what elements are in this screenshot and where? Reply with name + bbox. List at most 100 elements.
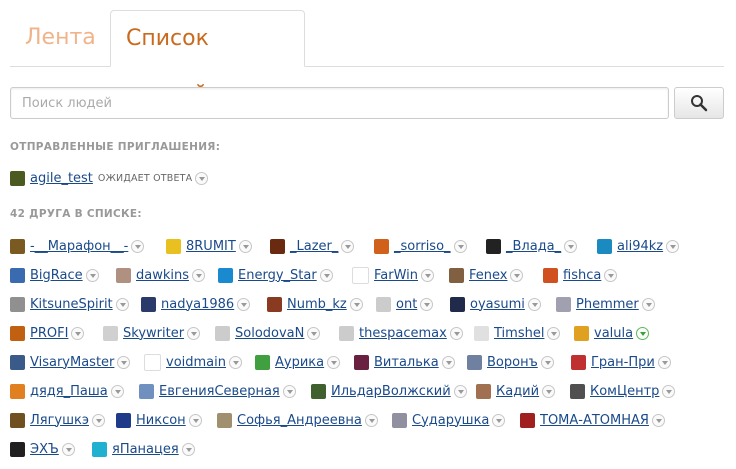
friend-name-link[interactable]: Skywriter: [123, 326, 184, 341]
friend-name-link[interactable]: VisaryMaster: [30, 355, 114, 370]
friend-name-link[interactable]: ont: [396, 297, 417, 312]
friend-name-link[interactable]: KitsuneSpirit: [30, 297, 113, 312]
friend-name-link[interactable]: Софья_Андреевна: [237, 413, 362, 428]
friend-item: Numb_kz: [267, 295, 363, 313]
friend-name-link[interactable]: voidmain: [166, 355, 226, 370]
chevron-down-icon[interactable]: [187, 326, 201, 340]
avatar: [270, 238, 285, 254]
friend-name-link[interactable]: ali94kz: [617, 239, 663, 254]
chevron-down-icon[interactable]: [651, 413, 665, 427]
friend-name-link[interactable]: valula: [594, 326, 633, 341]
friend-name-link[interactable]: -__Марафон__-: [30, 239, 128, 254]
friend-name-link[interactable]: Кадий: [496, 384, 539, 399]
friend-name-link[interactable]: ЭХЪ: [30, 442, 59, 457]
friend-name-link[interactable]: oyasumi: [470, 297, 525, 312]
avatar: [10, 354, 25, 370]
friend-item: Никсон: [116, 411, 202, 429]
chevron-down-icon[interactable]: [492, 413, 506, 427]
chevron-down-icon[interactable]: [421, 268, 435, 282]
chevron-down-icon[interactable]: [441, 355, 455, 369]
chevron-down-icon[interactable]: [662, 384, 676, 398]
chevron-down-icon[interactable]: [341, 239, 355, 253]
friend-name-link[interactable]: SolodovaN: [235, 326, 304, 341]
chevron-down-icon[interactable]: [453, 239, 467, 253]
chevron-down-icon[interactable]: [420, 297, 434, 311]
chevron-down-icon[interactable]: [282, 384, 296, 398]
friend-name-link[interactable]: _sorriso_: [394, 239, 451, 254]
friend-name-link[interactable]: Timshel: [494, 326, 544, 341]
chevron-down-icon[interactable]: [110, 384, 124, 398]
friend-name-link[interactable]: яПанацея: [112, 442, 179, 457]
tab-feed[interactable]: Лента: [10, 10, 111, 65]
friend-name-link[interactable]: дядя_Паша: [30, 384, 108, 399]
chevron-down-icon[interactable]: [188, 413, 202, 427]
chevron-down-icon[interactable]: [641, 297, 655, 311]
chevron-down-icon[interactable]: [604, 268, 618, 282]
friend-name-link[interactable]: Лягушкэ: [30, 413, 89, 428]
chevron-down-icon[interactable]: [229, 355, 242, 369]
friend-name-link[interactable]: Fenex: [469, 268, 507, 283]
search-input[interactable]: [10, 87, 669, 119]
friend-name-link[interactable]: fishca: [563, 268, 601, 283]
chevron-down-icon[interactable]: [527, 297, 541, 311]
chevron-down-icon[interactable]: [510, 268, 524, 282]
chevron-down-icon[interactable]: [61, 442, 75, 456]
friend-name-link[interactable]: ЕвгенияСеверная: [159, 384, 280, 399]
friend-name-link[interactable]: Energy_Star: [238, 268, 317, 283]
friend-name-link[interactable]: _Влада_: [506, 239, 561, 254]
chevron-down-icon[interactable]: [349, 297, 363, 311]
friend-name-link[interactable]: Сударушка: [412, 413, 489, 428]
chevron-down-icon[interactable]: [666, 239, 680, 253]
friend-name-link[interactable]: thespacemax: [359, 326, 447, 341]
chevron-down-icon[interactable]: [192, 268, 206, 282]
friend-item: ЕвгенияСеверная: [139, 382, 296, 400]
friend-name-link[interactable]: Никсон: [136, 413, 186, 428]
friend-name-link[interactable]: Виталька: [374, 355, 439, 370]
chevron-down-icon[interactable]: [540, 355, 554, 369]
chevron-down-icon[interactable]: [195, 171, 209, 185]
friend-name-link[interactable]: 8RUMIT: [186, 239, 236, 254]
friend-name-link[interactable]: Аурика: [275, 355, 324, 370]
friend-name-link[interactable]: Phemmer: [576, 297, 639, 312]
friend-item: яПанацея: [92, 440, 195, 458]
chevron-down-icon[interactable]: [115, 297, 129, 311]
invite-user-link[interactable]: agile_test: [30, 171, 93, 186]
friend-name-link[interactable]: ИльдарВолжский: [331, 384, 451, 399]
chevron-down-icon[interactable]: [71, 326, 85, 340]
chevron-down-icon[interactable]: [307, 326, 321, 340]
tab-friends-list[interactable]: Список друзей: [110, 10, 305, 107]
friend-name-link[interactable]: Гран-При: [591, 355, 655, 370]
chevron-down-icon[interactable]: [657, 355, 671, 369]
friend-name-link[interactable]: Воронъ: [487, 355, 538, 370]
friend-name-link[interactable]: Numb_kz: [287, 297, 347, 312]
chevron-down-icon[interactable]: [327, 355, 341, 369]
chevron-down-icon[interactable]: [131, 239, 145, 253]
chevron-down-icon[interactable]: [564, 239, 578, 253]
chevron-down-icon[interactable]: [319, 268, 333, 282]
friend-name-link[interactable]: nadya1986: [161, 297, 234, 312]
chevron-down-icon[interactable]: [542, 384, 556, 398]
friend-name-link[interactable]: ТОМА-АТОМНАЯ: [540, 413, 649, 428]
search-button[interactable]: [674, 87, 724, 119]
chevron-down-icon[interactable]: [547, 326, 561, 340]
chevron-down-icon[interactable]: [85, 268, 99, 282]
chevron-down-icon[interactable]: [181, 442, 195, 456]
friend-name-link[interactable]: PROFI: [30, 326, 68, 341]
friend-item: ЭХЪ: [10, 440, 75, 458]
avatar: [543, 267, 558, 283]
friend-name-link[interactable]: dawkins: [136, 268, 189, 283]
chevron-down-icon[interactable]: [117, 355, 131, 369]
chevron-down-icon[interactable]: [364, 413, 378, 427]
avatar: [450, 296, 465, 312]
friend-item: ТОМА-АТОМНАЯ: [520, 411, 665, 429]
chevron-down-icon[interactable]: [238, 239, 252, 253]
chevron-down-icon[interactable]: [636, 326, 650, 340]
chevron-down-icon[interactable]: [453, 384, 467, 398]
friend-name-link[interactable]: FarWin: [374, 268, 418, 283]
friend-name-link[interactable]: BigRace: [30, 268, 83, 283]
chevron-down-icon[interactable]: [237, 297, 251, 311]
friend-name-link[interactable]: КомЦентр: [590, 384, 659, 399]
chevron-down-icon[interactable]: [92, 413, 106, 427]
chevron-down-icon[interactable]: [449, 326, 463, 340]
friend-name-link[interactable]: _Lazer_: [290, 239, 338, 254]
